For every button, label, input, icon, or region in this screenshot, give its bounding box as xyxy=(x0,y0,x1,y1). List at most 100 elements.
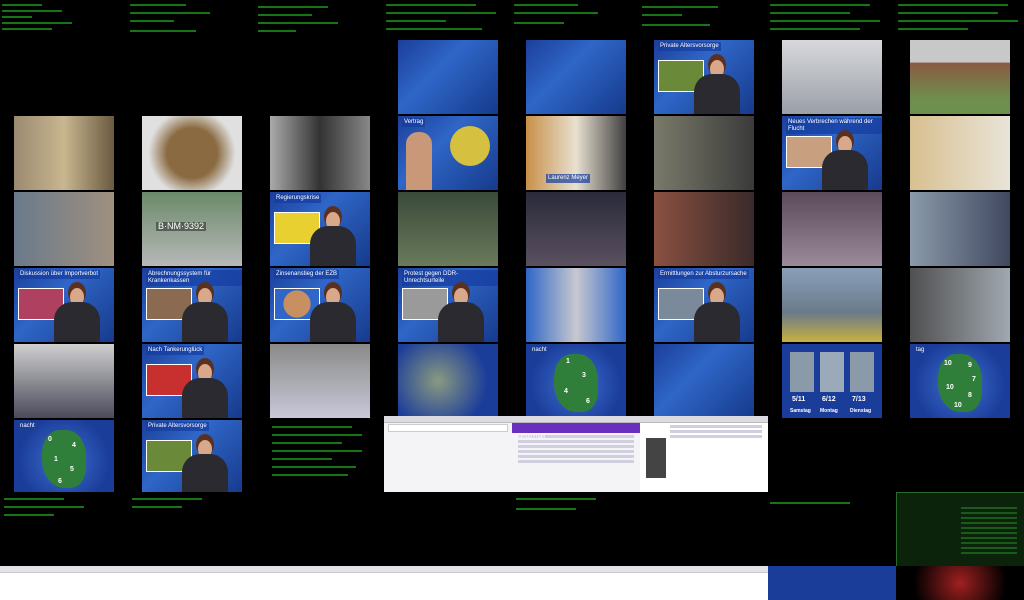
thumb-man-in-crowd[interactable] xyxy=(14,192,114,266)
thumb-sack[interactable] xyxy=(142,116,242,190)
caption: Private Altersvorsorge xyxy=(146,422,209,431)
thumb-news-sinking[interactable]: Nach Tankerunglück xyxy=(142,344,242,418)
terminal-inline[interactable] xyxy=(270,420,370,494)
tab-bar[interactable] xyxy=(512,566,640,573)
caption: Abrechnungssystem für Krankenkassen xyxy=(146,270,242,286)
browser-window-bottom-3[interactable] xyxy=(256,566,384,600)
temp-value: 4 xyxy=(72,442,76,449)
thumb-news-evidence[interactable]: Neues Verbrechen während der Flucht xyxy=(782,116,882,190)
tab-bar[interactable] xyxy=(256,566,384,573)
browser-window-bottom-5[interactable] xyxy=(512,566,640,600)
list-item[interactable] xyxy=(518,450,634,453)
thumb-news-government[interactable]: Regierungskrise xyxy=(270,192,370,266)
browser-window-bottom-2[interactable] xyxy=(128,566,256,600)
thumb-contract-logo[interactable]: Vertrag xyxy=(398,116,498,190)
terminal-window-3[interactable] xyxy=(256,0,384,40)
thumb-crowd-night[interactable] xyxy=(526,192,626,266)
thumb-news-discussion[interactable]: Diskussion über Importverbot xyxy=(14,268,114,342)
list-item[interactable] xyxy=(518,440,634,443)
thumb-crowd-street[interactable] xyxy=(398,192,498,266)
tab-bar[interactable] xyxy=(640,566,768,573)
browser-window-bottom-6[interactable] xyxy=(640,566,768,600)
thumb-news-investigation[interactable]: Ermittlungen zur Absturzursache xyxy=(654,268,754,342)
thumb-speaker-desk[interactable] xyxy=(14,344,114,418)
browser-window-mail[interactable]: yahoo!mail xyxy=(512,416,640,492)
thumb-men-talking[interactable] xyxy=(654,116,754,190)
thumb-phantom-sketches[interactable] xyxy=(910,116,1010,190)
list-item[interactable] xyxy=(518,455,634,458)
tab-bar[interactable] xyxy=(512,416,640,423)
thumb-satellite-map[interactable] xyxy=(398,344,498,418)
browser-window-blank[interactable] xyxy=(384,416,512,492)
thumb-news-protests[interactable]: Protest gegen DDR-Unrechtsurteile xyxy=(398,268,498,342)
window-bottom-8[interactable] xyxy=(896,566,1024,600)
caption: Diskussion über Importverbot xyxy=(18,270,101,279)
thumb-rescue-boat[interactable] xyxy=(270,344,370,418)
temp-value: 5 xyxy=(70,466,74,473)
thumb-market-people[interactable] xyxy=(14,116,114,190)
list-item[interactable] xyxy=(670,430,762,433)
tab-bar[interactable] xyxy=(640,416,768,423)
tab-bar[interactable] xyxy=(128,566,256,573)
temp-value: 6 xyxy=(586,398,590,405)
thumb-interview-meyer[interactable]: Laurenz Meyer xyxy=(526,116,626,190)
tab-bar[interactable] xyxy=(0,566,128,573)
tab-bar[interactable] xyxy=(384,416,512,423)
thumb-speaker[interactable] xyxy=(654,192,754,266)
caption: Ermittlungen zur Absturzursache xyxy=(658,270,749,279)
thumb-weather-map-night-2[interactable]: nacht 0 4 1 5 6 xyxy=(14,420,114,494)
tab-bar[interactable] xyxy=(384,566,512,573)
thumb-news-interest[interactable]: Zinsenanstieg der EZB xyxy=(270,268,370,342)
thumb-europe-map-1[interactable] xyxy=(398,40,498,114)
mail-header: yahoo!mail xyxy=(512,423,640,440)
temp-value: 7 xyxy=(972,376,976,383)
thumb-houses-street[interactable] xyxy=(910,40,1010,114)
terminal-window-2[interactable] xyxy=(128,0,256,40)
thumb-weather-forecast[interactable]: 5/11 6/12 7/13 Samstag Montag Dienstag xyxy=(782,344,882,418)
list-item[interactable] xyxy=(670,425,762,428)
terminal-window-8[interactable] xyxy=(896,0,1024,40)
thumb-news-pension-2[interactable]: Private Altersvorsorge xyxy=(142,420,242,494)
address-bar[interactable] xyxy=(388,424,508,432)
list-item[interactable] xyxy=(670,435,762,438)
terminal-window-1[interactable] xyxy=(0,0,128,40)
presenter xyxy=(182,378,228,418)
caption: Nach Tankerunglück xyxy=(146,346,205,355)
thumb-news-breakdown[interactable]: Abrechnungssystem für Krankenkassen xyxy=(142,268,242,342)
list-item[interactable] xyxy=(518,460,634,463)
thumb-weather-map-day[interactable]: tag 10 9 7 10 8 10 xyxy=(910,344,1010,418)
thumb-portrait-blue[interactable] xyxy=(526,268,626,342)
terminal-window-4[interactable] xyxy=(384,0,512,40)
thumb-presentation[interactable] xyxy=(910,268,1010,342)
thumb-building-sign[interactable] xyxy=(782,40,882,114)
thumb-crash-site[interactable] xyxy=(782,268,882,342)
temp-value: 10 xyxy=(944,360,952,367)
mail-logo: yahoo!mail xyxy=(516,434,546,440)
thumb-europe-map-3[interactable] xyxy=(654,344,754,418)
thumb-protest[interactable] xyxy=(782,192,882,266)
thumb-europe-map-2[interactable] xyxy=(526,40,626,114)
list-item[interactable] xyxy=(518,445,634,448)
thumb-man-outdoor[interactable] xyxy=(910,192,1010,266)
caption: Regierungskrise xyxy=(274,194,322,203)
browser-window-shop[interactable] xyxy=(640,416,768,492)
thumb-news-pension[interactable]: Private Altersvorsorge xyxy=(654,40,754,114)
terminal-strip-bottom[interactable] xyxy=(0,492,1024,566)
window-bottom-7[interactable] xyxy=(768,566,896,600)
presenter xyxy=(822,150,868,190)
plate-text: B·NM·9392 xyxy=(156,221,207,231)
terminal-window-5[interactable] xyxy=(512,0,640,40)
thumb-car-plate[interactable]: B·NM·9392 xyxy=(142,192,242,266)
browser-window-bottom-4[interactable] xyxy=(384,566,512,600)
thumb-suits-walking[interactable] xyxy=(270,116,370,190)
terminal-window-7[interactable] xyxy=(768,0,896,40)
page-text xyxy=(0,573,128,577)
temp-value: 1 xyxy=(566,358,570,365)
temp-value: 4 xyxy=(564,388,568,395)
browser-window-bottom-1[interactable] xyxy=(0,566,128,600)
product-image[interactable] xyxy=(646,438,666,478)
thumb-weather-map-night[interactable]: nacht 1 3 4 6 xyxy=(526,344,626,418)
presenter xyxy=(310,302,356,342)
terminal-window-6[interactable] xyxy=(640,0,768,40)
terminal-table-window[interactable] xyxy=(896,492,1024,566)
